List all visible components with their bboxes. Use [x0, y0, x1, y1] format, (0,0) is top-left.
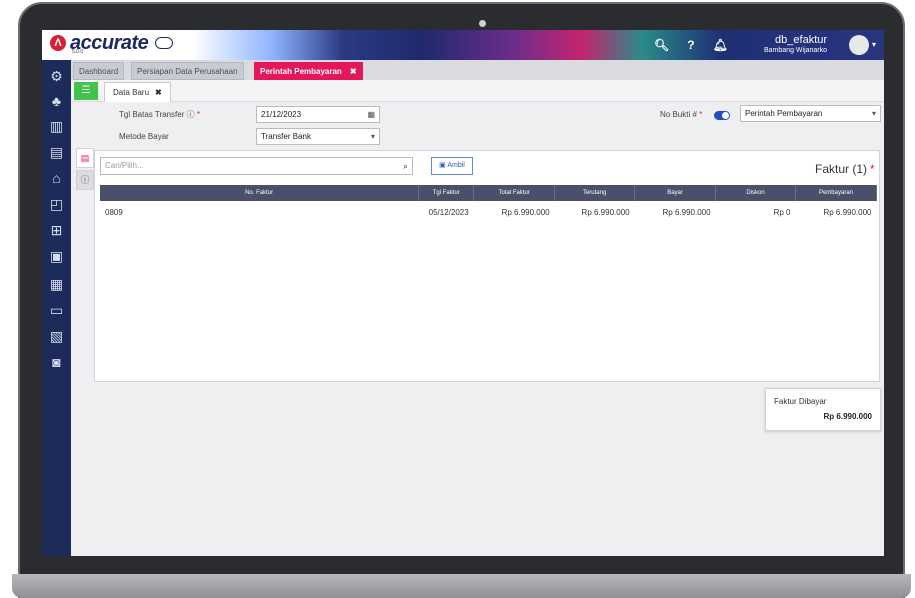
doc-icon[interactable]: ◙ — [48, 354, 65, 371]
detail-side-tabs: ▤ ⓘ — [76, 148, 94, 190]
report-icon[interactable]: ▧ — [48, 328, 65, 345]
col-diskon[interactable]: Diskon — [715, 185, 796, 201]
doc-icon[interactable]: ▤ — [76, 148, 94, 168]
col-terutang[interactable]: Terutang — [554, 185, 636, 201]
faktur-dibayar-summary: Faktur Dibayar Rp 6.990.000 — [765, 388, 881, 431]
panel-title: Faktur (1) * — [815, 162, 875, 176]
cloud-icon — [155, 37, 174, 49]
search-icon[interactable]: 🔍︎ — [654, 38, 669, 52]
avatar[interactable] — [849, 35, 869, 55]
tgl-batas-field[interactable]: 21/12/2023 ▦ — [256, 106, 380, 123]
tab-bar: Dashboard Persiapan Data Perusahaan Peri… — [71, 60, 884, 80]
col-total-faktur[interactable]: Total Faktur — [473, 185, 556, 201]
col-pembayaran[interactable]: Pembayaran — [795, 185, 878, 201]
top-bar: Λ accurate 5.0.0 🔍︎ ? 🔔︎ db_efaktur Bamb… — [42, 30, 884, 60]
help-icon[interactable]: ? — [687, 38, 694, 52]
app-screen: Λ accurate 5.0.0 🔍︎ ? 🔔︎ db_efaktur Bamb… — [42, 30, 884, 556]
table-header-row: No. Faktur Tgl Faktur Total Faktur Terut… — [100, 185, 878, 201]
no-bukti-label: No Bukti # * — [660, 110, 703, 119]
close-icon[interactable]: ✖ — [155, 88, 162, 97]
chevron-down-icon: ▾ — [871, 109, 876, 118]
book-icon[interactable]: ▤ — [48, 144, 65, 161]
col-no-faktur[interactable]: No. Faktur — [100, 185, 420, 201]
gear-icon[interactable]: ⚙ — [48, 68, 65, 85]
tgl-batas-label: Tgl Batas Transfer ⓘ * — [119, 110, 200, 119]
tab-label: Dashboard — [79, 67, 119, 76]
cell-bayar: Rp 6.990.000 — [662, 207, 711, 217]
org-icon[interactable]: ♣ — [48, 93, 65, 110]
tab-label: Data Baru — [113, 88, 150, 97]
type-select[interactable]: Perintah Pembayaran ▾ — [740, 105, 881, 122]
building-icon[interactable]: ▥ — [48, 118, 65, 135]
db-name: db_efaktur — [775, 34, 828, 46]
top-icons: 🔍︎ ? 🔔︎ — [654, 38, 728, 52]
summary-label: Faktur Dibayar — [774, 397, 827, 406]
table-row[interactable]: 0809 05/12/2023 Rp 6.990.000 Rp 6.990.00… — [100, 201, 877, 223]
user-name: Bambang Wijanarko — [764, 47, 828, 54]
col-tgl-faktur[interactable]: Tgl Faktur — [418, 185, 475, 201]
chart-icon[interactable]: ▦ — [48, 276, 65, 293]
tab-label: Persiapan Data Perusahaan — [137, 67, 238, 76]
cart-icon[interactable]: ⊞ — [48, 222, 65, 239]
list-button[interactable]: ☰ — [74, 82, 98, 100]
close-icon[interactable]: ✖ — [350, 67, 357, 76]
col-bayar[interactable]: Bayar — [634, 185, 717, 201]
card-icon[interactable]: ▭ — [48, 302, 65, 319]
cell-pembayaran: Rp 6.990.000 — [823, 207, 872, 217]
app-version: 5.0.0 — [72, 49, 84, 55]
tab-persiapan-data[interactable]: Persiapan Data Perusahaan — [131, 62, 244, 80]
laptop-base — [12, 574, 911, 598]
tab-data-baru[interactable]: Data Baru ✖ — [104, 82, 171, 102]
sidebar: ⚙ ♣ ▥ ▤ ⌂ ◰ ⊞ ▣ ▦ ▭ ▧ ◙ — [42, 60, 71, 556]
cell-total-faktur: Rp 6.990.000 — [501, 207, 550, 217]
cell-terutang: Rp 6.990.000 — [581, 207, 630, 217]
wallet-icon[interactable]: ◰ — [48, 196, 65, 213]
cell-no-faktur: 0809 — [105, 207, 123, 217]
bell-icon[interactable]: 🔔︎ — [713, 38, 728, 52]
truck-icon[interactable]: ▣ — [48, 248, 65, 265]
logo: Λ accurate — [50, 33, 174, 53]
calendar-icon[interactable]: ▦ — [367, 107, 375, 122]
bank-icon[interactable]: ⌂ — [48, 170, 65, 187]
chevron-down-icon: ▾ — [370, 132, 375, 141]
sub-tab-bar: ☰ Data Baru ✖ — [71, 80, 884, 102]
metode-bayar-label: Metode Bayar — [119, 132, 169, 141]
user-info[interactable]: db_efaktur Bambang Wijanarko — [764, 34, 827, 55]
faktur-panel: Cari/Pilih... ⌕ ▣ Ambil Faktur (1) * No. F… — [94, 150, 880, 382]
cell-diskon: Rp 0 — [773, 207, 791, 217]
camera — [479, 20, 486, 27]
logo-mark-icon: Λ — [50, 35, 66, 51]
search-icon[interactable]: ⌕ — [403, 158, 408, 174]
search-input[interactable]: Cari/Pilih... ⌕ — [100, 157, 413, 175]
summary-value: Rp 6.990.000 — [823, 412, 872, 421]
ambil-button[interactable]: ▣ Ambil — [431, 157, 473, 175]
tab-dashboard[interactable]: Dashboard — [73, 62, 125, 80]
chevron-down-icon[interactable]: ▾ — [872, 40, 876, 49]
faktur-table: No. Faktur Tgl Faktur Total Faktur Terut… — [100, 185, 878, 223]
no-bukti-toggle[interactable] — [714, 111, 730, 120]
info-icon[interactable]: ⓘ — [76, 170, 94, 190]
tab-label: Perintah Pembayaran — [260, 67, 342, 76]
cell-tgl-faktur: 05/12/2023 — [428, 207, 469, 217]
metode-bayar-select[interactable]: Transfer Bank ▾ — [256, 128, 380, 145]
tab-perintah-pembayaran[interactable]: Perintah Pembayaran ✖ — [254, 62, 363, 80]
